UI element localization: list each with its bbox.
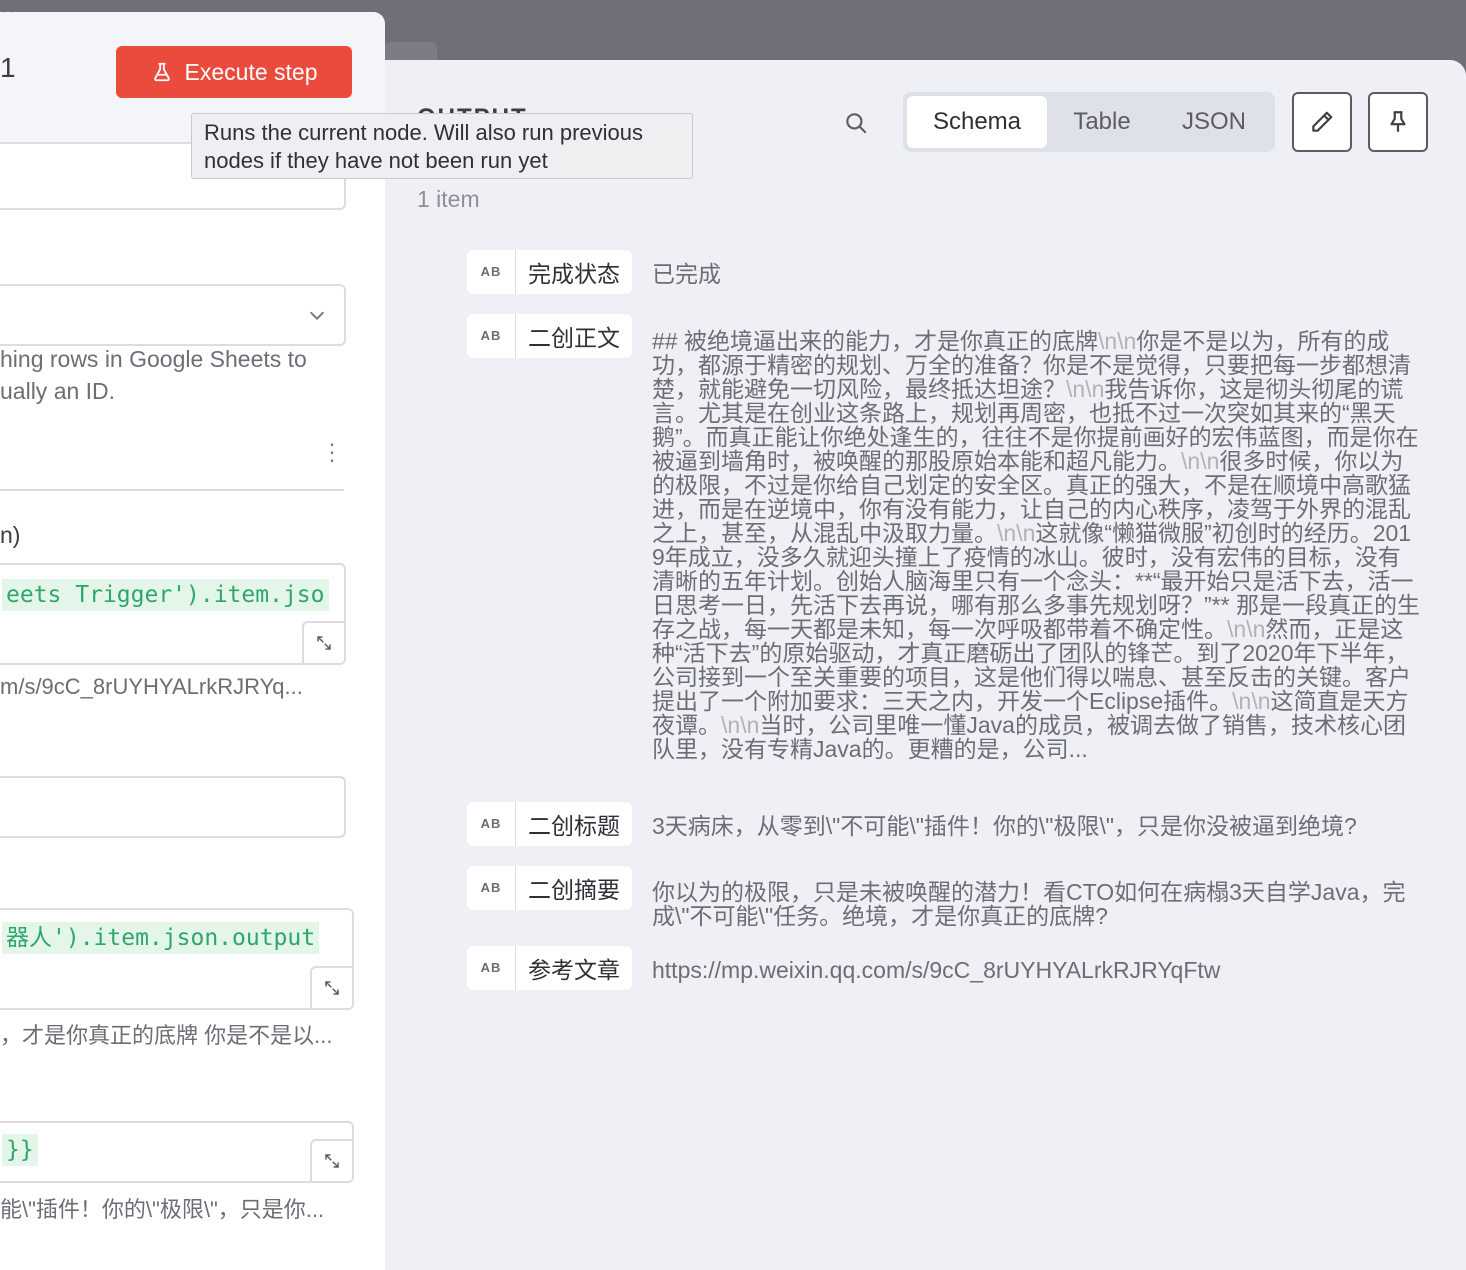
newline-marker: \n\n [1066, 376, 1105, 402]
expand-editor-button[interactable] [310, 966, 352, 1008]
expression-field-1[interactable]: eets Trigger').item.jso [0, 563, 346, 665]
schema-key[interactable]: AB 二创摘要 [467, 866, 632, 910]
view-mode-tabs: Schema Table JSON [903, 92, 1275, 152]
schema-value: 已完成 [652, 261, 721, 287]
execute-step-tooltip: Runs the current node. Will also run pre… [191, 113, 693, 179]
schema-key[interactable]: AB 二创正文 [467, 314, 632, 358]
schema-value[interactable]: https://mp.weixin.qq.com/s/9cC_8rUYHYALr… [652, 958, 1220, 990]
pin-icon [1390, 111, 1406, 132]
column-to-match-select[interactable] [0, 284, 346, 346]
field-hint-line-1: hing rows in Google Sheets to [0, 346, 307, 372]
expression-result-1: m/s/9cC_8rUYHYALrkRJRYq... [0, 674, 303, 699]
chevron-down-icon [309, 311, 325, 320]
string-type-badge: AB [467, 802, 516, 846]
string-type-badge: AB [467, 946, 516, 990]
schema-row: AB 参考文章 https://mp.weixin.qq.com/s/9cC_8… [467, 946, 1220, 990]
expression-code-1: eets Trigger').item.jso [2, 579, 329, 611]
expand-editor-button[interactable] [302, 621, 344, 663]
expand-icon [317, 636, 331, 650]
newline-marker: \n\n [721, 712, 760, 738]
empty-input-field[interactable] [0, 776, 346, 838]
expand-icon [325, 981, 339, 995]
output-panel: OUTPUT Schema Table JSON 1 item AB 完成状态 … [385, 60, 1466, 1270]
string-type-badge: AB [467, 866, 516, 910]
item-count: 1 item [417, 186, 480, 212]
value-text: ## 被绝境逼出来的能力，才是你真正的底牌 [652, 328, 1098, 354]
expression-field-2[interactable]: 器人').item.json.output [0, 908, 354, 1010]
execute-step-label: Execute step [184, 58, 318, 85]
schema-key[interactable]: AB 完成状态 [467, 250, 632, 294]
expression-code-2: 器人').item.json.output [2, 922, 320, 954]
schema-key-name: 参考文章 [528, 957, 620, 983]
schema-row: AB 二创正文 ## 被绝境逼出来的能力，才是你真正的底牌\n\n你是不是以为，… [467, 314, 1422, 761]
field-hint-line-2: ually an ID. [0, 378, 116, 404]
schema-key-name: 二创正文 [528, 325, 620, 351]
schema-key[interactable]: AB 参考文章 [467, 946, 632, 990]
execute-step-button[interactable]: Execute step [116, 46, 352, 98]
schema-key-name: 二创标题 [528, 813, 620, 839]
newline-marker: \n\n [1097, 328, 1137, 354]
schema-key-name: 二创摘要 [528, 877, 620, 903]
expand-editor-button[interactable] [310, 1139, 352, 1181]
search-icon[interactable] [843, 110, 869, 136]
edit-output-button[interactable] [1292, 92, 1352, 152]
flask-icon [153, 62, 170, 82]
tab-json[interactable]: JSON [1157, 96, 1271, 148]
kebab-menu-icon[interactable]: · · · [322, 433, 342, 471]
tab-schema[interactable]: Schema [907, 96, 1047, 148]
pin-data-button[interactable] [1368, 92, 1428, 152]
newline-marker: \n\n [997, 520, 1036, 546]
expand-icon [325, 1154, 339, 1168]
schema-value: ## 被绝境逼出来的能力，才是你真正的底牌\n\n你是不是以为，所有的成功，都源… [652, 329, 1422, 761]
string-type-badge: AB [467, 314, 516, 358]
pencil-icon [1312, 111, 1333, 132]
newline-marker: \n\n [1232, 688, 1271, 714]
expression-code-3: }} [2, 1134, 38, 1166]
node-title: 1 [0, 52, 16, 83]
drag-handle-icon[interactable]: ∷ [2, 12, 15, 19]
parameters-panel: ∷ 1 Execute step hing rows in Google She… [0, 12, 385, 1270]
expression-field-3[interactable]: }} [0, 1121, 354, 1183]
background-tab [385, 42, 437, 62]
schema-row: AB 二创标题 3天病床，从零到\"不可能\"插件！你的\"极限\"，只是你没被… [467, 802, 1357, 846]
value-text: 当时，公司里唯一懂Java的成员，被调去做了销售，技术核心团队里，没有专精Jav… [652, 712, 1406, 762]
newline-marker: \n\n [1227, 616, 1266, 642]
schema-value: 你以为的极限，只是未被唤醒的潜力！看CTO如何在病榻3天自学Java，完成\"不… [652, 879, 1406, 929]
newline-marker: \n\n [1181, 448, 1220, 474]
tab-table[interactable]: Table [1047, 96, 1157, 148]
schema-value: 3天病床，从零到\"不可能\"插件！你的\"极限\"，只是你没被逼到绝境? [652, 813, 1357, 839]
field-label-fragment: n) [0, 522, 21, 548]
section-divider [0, 489, 344, 491]
expression-result-3: 能\"插件！你的\"极限\"，只是你... [0, 1197, 325, 1222]
string-type-badge: AB [467, 250, 516, 294]
schema-row: AB 完成状态 已完成 [467, 250, 721, 294]
schema-key[interactable]: AB 二创标题 [467, 802, 632, 846]
expression-result-2: ，才是你真正的底牌 你是不是以... [0, 1023, 333, 1048]
schema-row: AB 二创摘要 你以为的极限，只是未被唤醒的潜力！看CTO如何在病榻3天自学Ja… [467, 866, 1422, 928]
schema-key-name: 完成状态 [528, 261, 620, 287]
